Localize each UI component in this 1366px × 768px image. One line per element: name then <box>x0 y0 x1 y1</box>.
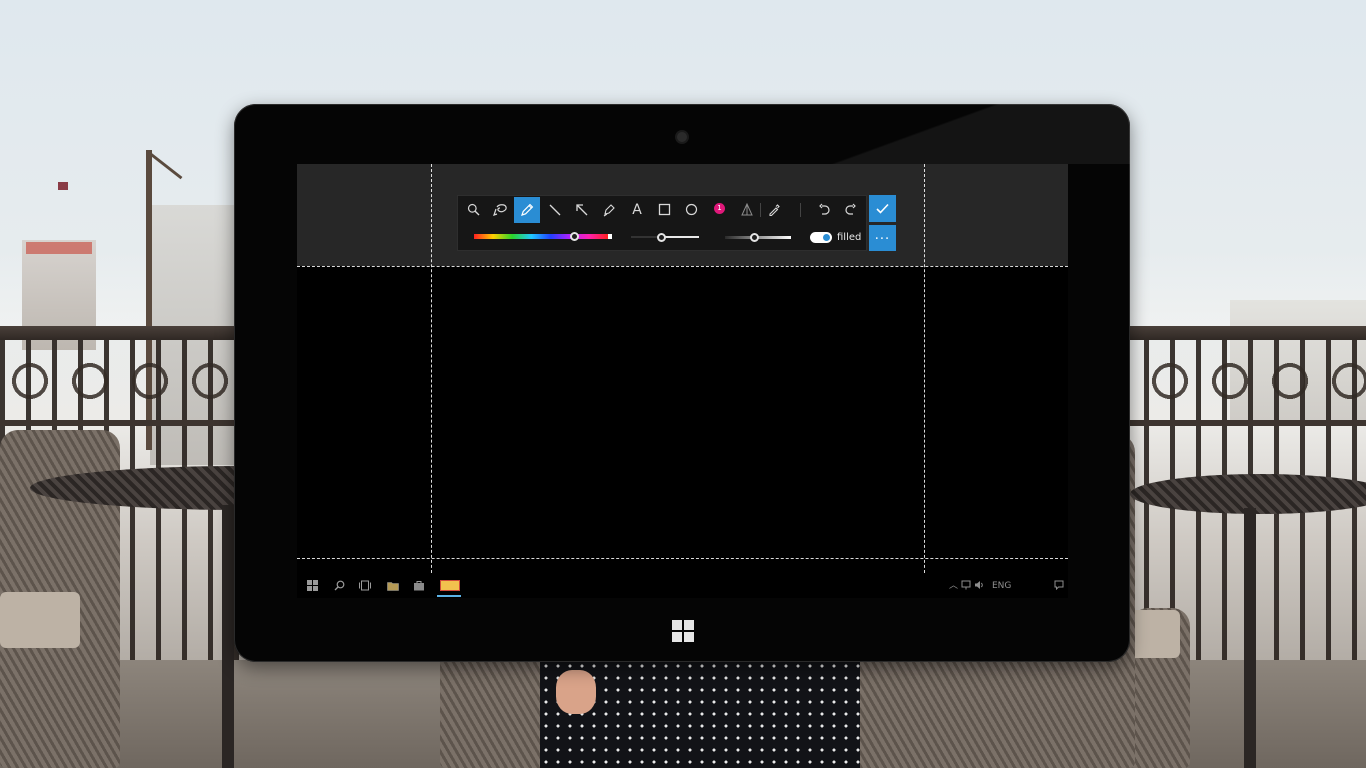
line-icon[interactable] <box>542 197 568 223</box>
volume-icon[interactable] <box>974 580 984 594</box>
app-icon[interactable] <box>437 578 461 597</box>
selection-edge-top[interactable] <box>297 266 1068 267</box>
notification-icon[interactable] <box>1054 580 1064 594</box>
patio-table-leg <box>222 505 234 768</box>
selection-edge-left[interactable] <box>431 164 432 598</box>
color-hue-slider[interactable] <box>474 234 612 239</box>
store-icon[interactable] <box>413 580 425 592</box>
pen-icon[interactable] <box>514 197 540 223</box>
redo-icon[interactable] <box>838 197 864 223</box>
filled-label: filled <box>837 232 862 243</box>
search-icon[interactable] <box>333 580 345 592</box>
color-hue-slider-thumb[interactable] <box>570 232 579 241</box>
eyedropper-icon[interactable] <box>761 197 787 223</box>
dimmed-area-right <box>924 266 1068 558</box>
stroke-width-slider-thumb[interactable] <box>657 232 667 242</box>
windows-start-icon[interactable] <box>307 580 319 592</box>
windows-button-icon <box>672 620 694 642</box>
task-view-icon[interactable] <box>359 580 371 592</box>
rectangle-icon[interactable] <box>651 197 677 223</box>
hand <box>556 670 596 714</box>
front-camera <box>677 132 687 142</box>
flag <box>58 182 68 190</box>
highlighter-icon[interactable] <box>596 197 622 223</box>
toolbar-separator <box>800 203 801 217</box>
language-indicator[interactable]: ENG <box>992 580 1011 592</box>
chevron-up-icon[interactable]: ︿ <box>949 580 958 592</box>
step-number-icon[interactable]: 1 <box>714 203 725 214</box>
undo-icon[interactable] <box>811 197 837 223</box>
magnifier-icon[interactable] <box>460 197 486 223</box>
patio-table-leg <box>1244 508 1256 768</box>
selection-edge-bottom[interactable] <box>297 558 1068 559</box>
dimmed-area-left <box>297 266 431 558</box>
file-explorer-icon[interactable] <box>387 580 399 592</box>
windows-taskbar: ︿ ENG <box>297 575 1068 598</box>
chair-cushion <box>0 592 80 648</box>
tablet-glare <box>750 104 1130 164</box>
blur-icon[interactable] <box>734 197 760 223</box>
confirm-button[interactable] <box>869 195 896 222</box>
annotation-toolbar: A <box>457 195 867 251</box>
check-icon <box>876 203 889 214</box>
selection-edge-right[interactable] <box>924 164 925 598</box>
utility-pole-arm <box>149 152 183 180</box>
ellipse-icon[interactable] <box>678 197 704 223</box>
network-icon[interactable] <box>961 580 971 594</box>
more-options-button[interactable]: ... <box>869 225 896 251</box>
lasso-icon[interactable] <box>487 197 513 223</box>
filled-toggle[interactable] <box>810 232 832 243</box>
arrow-icon[interactable] <box>569 197 595 223</box>
text-icon[interactable]: A <box>624 197 650 223</box>
